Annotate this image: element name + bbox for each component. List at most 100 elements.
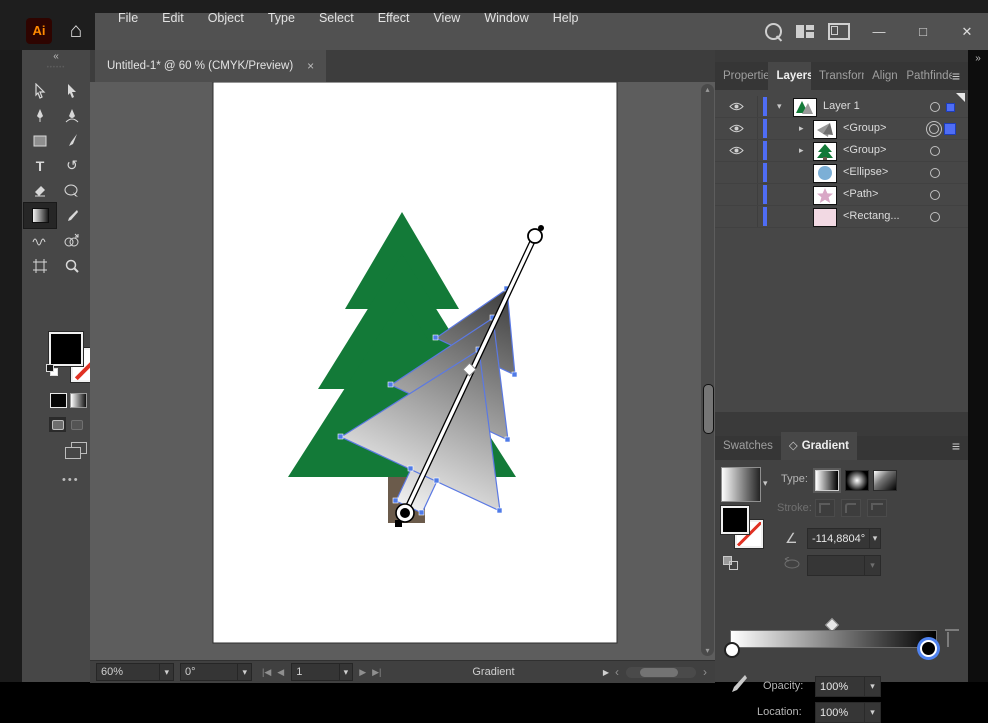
layer-color-bar[interactable] [763, 141, 767, 160]
location-combo[interactable]: 100% ▾ [815, 702, 881, 723]
status-menu-arrow[interactable]: ▶ [603, 668, 609, 677]
gradient-slider-bar[interactable] [730, 630, 937, 648]
gradient-button[interactable] [70, 393, 87, 408]
tab-swatches[interactable]: Swatches [715, 432, 781, 460]
visibility-empty[interactable] [715, 206, 758, 227]
expand-chevron-icon[interactable]: ▸ [799, 118, 804, 139]
minimize-button[interactable]: — [864, 13, 894, 50]
layer-name[interactable]: <Group> [843, 140, 886, 161]
layer-color-bar[interactable] [763, 185, 767, 204]
visibility-empty[interactable] [715, 162, 758, 183]
expand-chevron-icon[interactable]: ▾ [777, 96, 782, 117]
vertical-scrollbar[interactable]: ▴ ▾ [701, 84, 714, 656]
gradient-stop-black-selected[interactable] [920, 640, 937, 657]
layer-color-bar[interactable] [763, 163, 767, 182]
opacity-combo[interactable]: 100% ▾ [815, 676, 881, 697]
scroll-down-icon[interactable]: ▾ [701, 646, 714, 655]
shape-builder-tool[interactable] [56, 228, 88, 253]
gradient-stop-white[interactable] [724, 642, 740, 658]
rotate-tool[interactable]: ↺ [56, 153, 88, 178]
menu-object[interactable]: Object [197, 0, 255, 37]
layer-row-ellipse[interactable]: <Ellipse> [715, 162, 968, 184]
scroll-right-icon[interactable]: › [703, 665, 707, 679]
layer-row-group-green[interactable]: ▸ <Group> [715, 140, 968, 162]
toolbar-collapse-icon[interactable]: « [22, 50, 90, 64]
menu-file[interactable]: File [107, 0, 149, 37]
free-transform-tool[interactable] [56, 178, 88, 203]
freeform-gradient-button[interactable] [873, 470, 897, 491]
delete-stop-icon[interactable] [947, 632, 949, 646]
layer-name[interactable]: <Group> [843, 118, 886, 139]
search-icon[interactable] [765, 23, 782, 40]
zoom-level-combo[interactable]: 60% ▾ [96, 663, 174, 681]
screen-mode-button[interactable] [65, 442, 89, 460]
visibility-eye-icon[interactable] [715, 140, 758, 161]
reverse-gradient-icon[interactable] [723, 556, 739, 570]
visibility-eye-icon[interactable] [715, 118, 758, 139]
canvas-area[interactable]: ▴ ▾ [90, 82, 715, 660]
workspace-switcher-icon[interactable] [796, 25, 814, 38]
menu-window[interactable]: Window [473, 0, 539, 37]
app-logo[interactable]: Ai [26, 18, 52, 44]
gradient-tool[interactable] [24, 203, 56, 228]
expand-chevron-icon[interactable]: ▸ [799, 140, 804, 161]
selection-indicator[interactable] [946, 103, 955, 112]
next-artboard-button[interactable]: ▶ [359, 667, 366, 678]
menu-effect[interactable]: Effect [367, 0, 421, 37]
curvature-tool[interactable] [56, 103, 88, 128]
zoom-tool[interactable] [56, 253, 88, 278]
layer-color-bar[interactable] [763, 119, 767, 138]
layer-row-layer1[interactable]: ▾ Layer 1 [715, 96, 968, 118]
maximize-button[interactable]: □ [908, 13, 938, 50]
selection-indicator[interactable] [944, 123, 956, 135]
stroke-within-button[interactable] [815, 499, 835, 517]
gradient-swatch-caret-icon[interactable]: ▾ [763, 478, 768, 489]
horizontal-scroll-thumb[interactable] [640, 668, 678, 677]
gradient-fill-proxy[interactable] [721, 506, 749, 534]
annotator-end-dot[interactable] [538, 225, 544, 231]
tab-align[interactable]: Align [864, 62, 898, 90]
tab-layers[interactable]: Layers [768, 62, 811, 90]
artboard-combo[interactable]: 1 ▾ [291, 663, 353, 681]
default-fill-stroke-icon[interactable] [46, 364, 58, 376]
paintbrush-tool[interactable] [56, 128, 88, 153]
panel-menu-icon[interactable]: ≡ [952, 62, 960, 90]
gradient-preview-swatch[interactable] [721, 467, 761, 502]
radial-gradient-button[interactable] [845, 470, 869, 491]
stroke-across-button[interactable] [867, 499, 887, 517]
gradient-eyedropper-icon[interactable] [729, 673, 749, 695]
layer-name[interactable]: <Path> [843, 184, 878, 205]
vertical-scroll-thumb[interactable] [703, 384, 714, 434]
home-icon[interactable]: ⌂ [62, 16, 90, 46]
target-circle[interactable] [930, 146, 940, 156]
draw-normal-mode[interactable] [49, 417, 66, 432]
rotation-combo[interactable]: 0° ▾ [180, 663, 252, 681]
layer-row-path[interactable]: <Path> [715, 184, 968, 206]
layer-name[interactable]: <Ellipse> [843, 162, 888, 183]
selection-tool[interactable] [24, 78, 56, 103]
target-circle-targeted[interactable] [929, 124, 939, 134]
gradient-end-stop[interactable] [528, 229, 542, 243]
thumbnail-layer1[interactable] [793, 98, 817, 117]
menu-edit[interactable]: Edit [151, 0, 195, 37]
direct-selection-tool[interactable] [56, 78, 88, 103]
scroll-left-icon[interactable]: ‹ [615, 665, 619, 679]
layer-name[interactable]: Layer 1 [823, 96, 860, 117]
tab-gradient[interactable]: ◇Gradient [781, 432, 857, 460]
eraser-tool[interactable] [24, 178, 56, 203]
tab-transform[interactable]: Transform [811, 62, 864, 90]
scroll-up-icon[interactable]: ▴ [701, 85, 714, 94]
linear-gradient-button[interactable] [815, 470, 839, 491]
horizontal-scrollbar[interactable] [626, 667, 696, 678]
toolbar-grip[interactable]: •••••• [22, 64, 90, 74]
panel-menu-icon[interactable]: ≡ [952, 432, 960, 460]
thumbnail-star[interactable] [813, 186, 837, 205]
stroke-along-button[interactable] [841, 499, 861, 517]
document-tab-close-icon[interactable]: × [307, 59, 314, 73]
draw-behind-mode[interactable] [68, 417, 85, 432]
color-button[interactable] [50, 393, 67, 408]
thumbnail-rectangle[interactable] [813, 208, 837, 227]
first-artboard-button[interactable]: |◀ [262, 667, 271, 678]
target-circle[interactable] [930, 168, 940, 178]
thumbnail-green-tree[interactable] [813, 142, 837, 161]
